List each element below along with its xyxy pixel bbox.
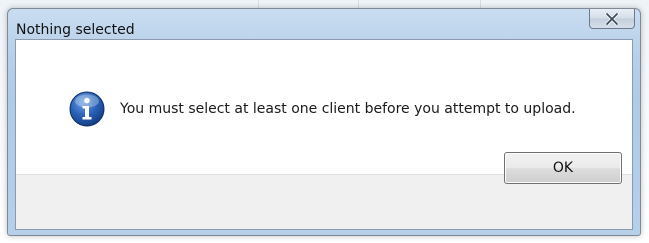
dialog-title: Nothing selected: [16, 22, 135, 38]
ok-button[interactable]: OK: [504, 152, 622, 184]
dialog-body: You must select at least one client befo…: [15, 39, 633, 230]
message-dialog: Nothing selected You must select at leas…: [7, 8, 641, 236]
close-button[interactable]: [589, 9, 635, 29]
message-text: You must select at least one client befo…: [120, 101, 576, 117]
close-icon: [605, 12, 619, 25]
information-icon: [69, 91, 105, 127]
title-bar[interactable]: Nothing selected: [8, 9, 640, 39]
